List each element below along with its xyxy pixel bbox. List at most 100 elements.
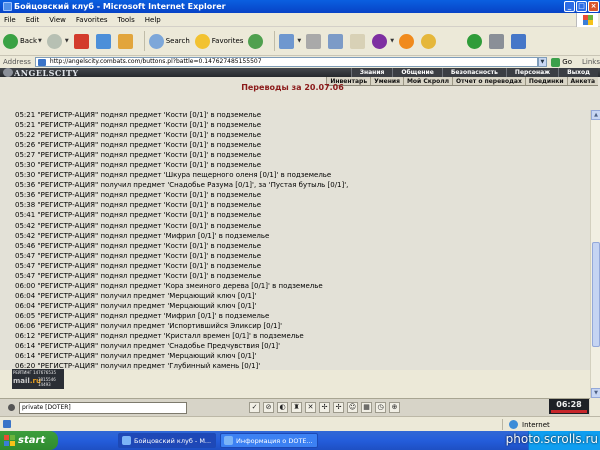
address-input[interactable]: http://angelscity.combats.com/buttons.pl… <box>34 57 538 67</box>
edit-icon <box>328 33 344 49</box>
scroll-up-button[interactable]: ▲ <box>591 110 600 120</box>
log-line: 05:41 "РЕГИСТР-АЦИЯ" поднял предмет 'Кос… <box>15 211 262 220</box>
chat-clear-icon[interactable]: ⊘ <box>263 402 274 413</box>
banner-rating-text: РЕЙТИНГ 147676535 <box>13 370 56 375</box>
links-button[interactable]: Links <box>582 58 600 66</box>
log-line: 05:22 "РЕГИСТР-АЦИЯ" поднял предмет 'Кос… <box>15 131 262 140</box>
refresh-button[interactable] <box>95 30 113 52</box>
chat-grid-icon[interactable]: ▦ <box>361 402 372 413</box>
internet-globe-icon <box>509 420 518 429</box>
windows-logo-icon <box>576 13 598 27</box>
refresh-icon <box>95 33 111 49</box>
scroll-down-button[interactable]: ▼ <box>591 388 600 398</box>
discuss-button[interactable] <box>350 30 367 52</box>
mail-button[interactable]: ▼ <box>279 30 301 52</box>
chat-cross-icon[interactable]: ✢ <box>319 402 330 413</box>
taskbar-item-fight-club[interactable]: Бойцовский клуб - M... <box>118 433 216 448</box>
forward-button[interactable]: ▼ <box>46 30 69 52</box>
menu-bar: File Edit View Favorites Tools Help <box>0 13 600 27</box>
go-button[interactable]: Go <box>551 57 573 67</box>
mail-ru-rating-banner[interactable]: РЕЙТИНГ 147676535 mail.ru 3815546 14493 <box>12 369 64 389</box>
favorites-button[interactable]: Favorites <box>194 30 243 52</box>
maximize-button[interactable]: □ <box>576 1 587 12</box>
menu-help[interactable]: Help <box>145 16 161 24</box>
address-dropdown-button[interactable]: ▼ <box>537 57 548 67</box>
close-button[interactable]: × <box>588 1 599 12</box>
window-icon <box>511 33 527 49</box>
nav-exit[interactable]: Выход <box>558 68 598 77</box>
chat-globe-icon[interactable]: ⊕ <box>389 402 400 413</box>
menu-tools[interactable]: Tools <box>118 16 135 24</box>
menu-favorites[interactable]: Favorites <box>76 16 108 24</box>
chat-input[interactable]: private [DOTER] <box>19 401 187 414</box>
menu-edit[interactable]: Edit <box>26 16 40 24</box>
security-zone: Internet <box>502 419 550 430</box>
start-button[interactable]: start <box>0 431 58 450</box>
nav-communication[interactable]: Общение <box>392 68 442 77</box>
home-icon <box>117 33 133 49</box>
messenger-button[interactable] <box>421 30 438 52</box>
chat-fight-icon[interactable]: ✕ <box>305 402 316 413</box>
window-button[interactable] <box>511 30 528 52</box>
yahoo-icon <box>372 33 388 49</box>
taskbar-item-info[interactable]: Информация о DOTE... <box>220 433 318 448</box>
chat-send-icon[interactable]: ✓ <box>249 402 260 413</box>
site-logo[interactable]: ANGELSCITY <box>14 68 79 78</box>
log-line: 05:30 "РЕГИСТР-АЦИЯ" поднял предмет 'Шку… <box>15 171 332 180</box>
page-icon <box>37 59 46 66</box>
clock-indicator <box>551 410 587 413</box>
mail-icon <box>279 33 295 49</box>
clover-icon <box>467 33 483 49</box>
scroll-thumb[interactable] <box>592 242 600 347</box>
chat-smile-icon[interactable]: ☺ <box>347 402 358 413</box>
home-button[interactable] <box>117 30 135 52</box>
chat-cross2-icon[interactable]: ✢ <box>333 402 344 413</box>
at-mail-button[interactable] <box>399 30 416 52</box>
chevron-down-icon: ▼ <box>297 38 302 44</box>
favorites-star-icon <box>194 33 210 49</box>
search-button[interactable]: Search <box>148 30 190 52</box>
back-button[interactable]: Back ▼ <box>3 30 42 52</box>
nav-security[interactable]: Безопасность <box>441 68 506 77</box>
chat-tower-icon[interactable]: ♜ <box>291 402 302 413</box>
history-icon <box>248 33 264 49</box>
chat-filter-icon[interactable]: ◐ <box>277 402 288 413</box>
nav-character[interactable]: Персонаж <box>505 68 559 77</box>
banner-logo-mail: mail <box>13 377 30 385</box>
angel-emblem-icon <box>3 68 13 77</box>
window-controls: _ □ × <box>564 1 599 12</box>
print-button[interactable] <box>306 30 323 52</box>
chat-clock-icon[interactable]: ◷ <box>375 402 386 413</box>
log-line: 06:14 "РЕГИСТР-АЦИЯ" получил предмет 'Сн… <box>15 342 281 351</box>
screen: Бойцовский клуб - Microsoft Internet Exp… <box>0 0 600 450</box>
window-title: Бойцовский клуб - Microsoft Internet Exp… <box>14 2 226 11</box>
menu-view[interactable]: View <box>49 16 66 24</box>
clover-button[interactable] <box>467 30 484 52</box>
go-label: Go <box>562 58 573 66</box>
log-line: 06:04 "РЕГИСТР-АЦИЯ" получил предмет 'Ме… <box>15 291 257 300</box>
address-url: http://angelscity.combats.com/buttons.pl… <box>49 58 262 65</box>
log-line: 05:38 "РЕГИСТР-АЦИЯ" поднял предмет 'Кос… <box>15 201 262 210</box>
address-bar: Address http://angelscity.combats.com/bu… <box>0 56 600 68</box>
ie-icon <box>224 436 233 445</box>
yahoo-button[interactable]: ▼ <box>372 30 394 52</box>
log-line: 05:36 "РЕГИСТР-АЦИЯ" получил предмет 'Сн… <box>15 181 349 190</box>
log-line: 05:26 "РЕГИСТР-АЦИЯ" поднял предмет 'Кос… <box>15 141 262 150</box>
ie-icon <box>122 436 131 445</box>
clock-time: 06:28 <box>556 400 582 409</box>
vertical-scrollbar[interactable]: ▲ ▼ <box>590 110 600 398</box>
go-arrow-icon <box>551 57 561 67</box>
wrench-icon <box>489 33 505 49</box>
toolbar-separator <box>274 31 276 51</box>
log-line: 05:36 "РЕГИСТР-АЦИЯ" поднял предмет 'Кос… <box>15 191 262 200</box>
minimize-button[interactable]: _ <box>564 1 575 12</box>
nav-knowledge[interactable]: Знания <box>350 68 393 77</box>
search-label: Search <box>165 37 190 45</box>
wrench-button[interactable] <box>489 30 506 52</box>
edit-button[interactable] <box>328 30 345 52</box>
history-button[interactable] <box>248 30 265 52</box>
stop-button[interactable] <box>73 30 91 52</box>
menu-file[interactable]: File <box>4 16 16 24</box>
log-line: 05:21 "РЕГИСТР-АЦИЯ" поднял предмет 'Кос… <box>15 111 262 119</box>
log-line: 06:04 "РЕГИСТР-АЦИЯ" получил предмет 'Ме… <box>15 301 257 310</box>
